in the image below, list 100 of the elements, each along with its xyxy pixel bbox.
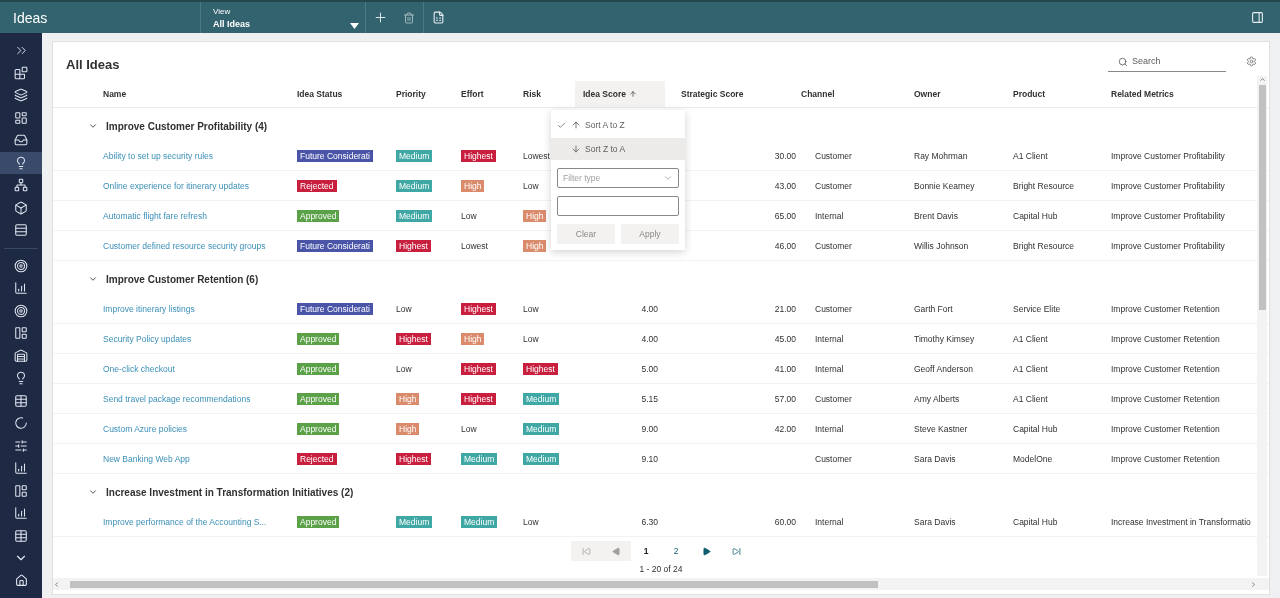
column-header[interactable]: Priority — [396, 81, 461, 107]
table-cell: Improve Customer Retention — [1111, 423, 1220, 434]
idea-link[interactable]: Improve performance of the Accounting S... — [98, 516, 267, 527]
group-header[interactable]: Increase Investment in Transformation Initiatives (2) — [53, 474, 354, 507]
search-icon — [1118, 56, 1128, 67]
rating-tag: Medium — [396, 149, 433, 162]
hierarchy-icon — [14, 178, 28, 193]
rating-tag: Highest — [461, 392, 496, 405]
rating-tag: Medium — [523, 452, 560, 465]
rating-tag: Highest — [396, 332, 431, 345]
table-cell: 41.00 — [774, 363, 796, 374]
sort-menu-item[interactable]: Sort A to Z — [551, 114, 685, 136]
table-cell: 4.00 — [641, 303, 658, 314]
rating-tag: Medium — [461, 452, 498, 465]
column-header[interactable]: Idea Score — [575, 81, 665, 107]
triangle-left-icon — [611, 546, 621, 556]
page-button[interactable]: 1 — [631, 541, 661, 561]
table-icon — [14, 393, 28, 408]
rating-tag: Approved — [297, 515, 340, 528]
lightbulb-icon — [14, 155, 28, 170]
chevron-down-icon — [88, 121, 98, 131]
idea-link[interactable]: One-click checkout — [98, 363, 175, 374]
table-cell: Customer — [815, 150, 852, 161]
check-icon — [557, 120, 566, 130]
bar-chart-icon — [14, 281, 28, 296]
vertical-scrollbar[interactable] — [1257, 76, 1267, 576]
column-header[interactable]: Related Metrics — [1111, 81, 1261, 107]
horizontal-scrollbar[interactable] — [53, 578, 1269, 590]
rating-tag: Medium — [523, 422, 560, 435]
rating-tag: Highest — [523, 362, 558, 375]
column-header[interactable]: Idea Status — [297, 81, 396, 107]
page-button[interactable]: 2 — [661, 541, 691, 561]
table-cell: Internal — [815, 210, 844, 221]
column-header[interactable]: Risk — [523, 81, 575, 107]
idea-link[interactable]: Improve itinerary listings — [98, 303, 195, 314]
rating-tag: Medium — [396, 209, 433, 222]
table-cell: Customer — [815, 393, 852, 404]
app-title: Ideas — [12, 8, 49, 28]
settings-button[interactable] — [1246, 56, 1257, 67]
table-cell: 4.00 — [641, 333, 658, 344]
table-cell: Willis Johnson — [914, 240, 969, 251]
chevron-down-icon — [88, 274, 98, 284]
table-cell: Sara Davis — [914, 453, 956, 464]
group-header[interactable]: Improve Customer Profitability (4) — [53, 108, 268, 141]
rating-tag: Approved — [297, 362, 340, 375]
group-header[interactable]: Improve Customer Retention (6) — [53, 261, 259, 294]
idea-link[interactable]: New Banking Web App — [98, 453, 190, 464]
table-cell: 5.15 — [641, 393, 658, 404]
table-cell: Improve Customer Profitability — [1111, 150, 1225, 161]
target-icon — [14, 303, 28, 318]
idea-link[interactable]: Customer defined resource security groups — [98, 240, 266, 251]
view-dropdown[interactable]: View All Ideas — [200, 2, 366, 33]
rating-text: Low — [461, 423, 477, 434]
filter-value-field[interactable] — [557, 196, 679, 216]
layers-icon — [14, 88, 28, 103]
column-header[interactable]: Name — [98, 81, 297, 107]
rating-tag: High — [396, 422, 420, 435]
search-field[interactable]: Search — [1108, 51, 1226, 72]
column-header[interactable]: Channel — [801, 81, 914, 107]
last-page-icon — [731, 546, 741, 556]
idea-link[interactable]: Ability to set up security rules — [98, 150, 214, 161]
rating-text: Low — [461, 210, 477, 221]
table-cell: Internal — [815, 363, 844, 374]
idea-link[interactable]: Security Policy updates — [98, 333, 192, 344]
rating-tag: High — [396, 392, 420, 405]
rating-tag: High — [523, 209, 547, 222]
idea-link[interactable]: Send travel package recommendations — [98, 393, 251, 404]
bar-chart-icon — [14, 506, 28, 521]
first-page-icon — [581, 546, 591, 556]
idea-link[interactable]: Automatic flight fare refresh — [98, 210, 207, 221]
rating-tag: High — [461, 179, 485, 192]
cube-icon — [14, 200, 28, 215]
column-header[interactable]: Effort — [461, 81, 523, 107]
table-cell: 45.00 — [774, 333, 796, 344]
table-cell: Improve Customer Retention — [1111, 333, 1220, 344]
chevron-down-icon — [88, 487, 98, 497]
table-cell: 65.00 — [774, 210, 796, 221]
table-cell: Geoff Anderson — [914, 363, 973, 374]
table-cell: Bright Resource — [1013, 240, 1074, 251]
rating-text: Low — [523, 333, 539, 344]
idea-link[interactable]: Online experience for itinerary updates — [98, 180, 249, 191]
sort-menu-item[interactable]: Sort Z to A — [551, 138, 685, 160]
column-header[interactable]: Strategic Score — [665, 81, 801, 107]
table-cell: Customer — [815, 453, 852, 464]
table-cell: Ray Mohrman — [914, 150, 968, 161]
table-cell: Increase Investment in Transformatio — [1111, 516, 1251, 527]
rating-tag: Approved — [297, 332, 340, 345]
arrow-up-icon — [571, 120, 581, 130]
column-header[interactable]: Product — [1013, 81, 1111, 107]
target-icon — [14, 258, 28, 273]
home-icon — [14, 574, 28, 588]
column-header[interactable]: Owner — [914, 81, 1013, 107]
rating-tag: Rejected — [297, 452, 337, 465]
sidebar-item[interactable] — [0, 151, 42, 174]
caret-icon — [350, 23, 359, 29]
building-icon — [14, 348, 28, 363]
table-cell: Internal — [815, 423, 844, 434]
rating-tag: Highest — [461, 302, 496, 315]
idea-link[interactable]: Custom Azure policies — [98, 423, 188, 434]
table-cell: 43.00 — [774, 180, 796, 191]
